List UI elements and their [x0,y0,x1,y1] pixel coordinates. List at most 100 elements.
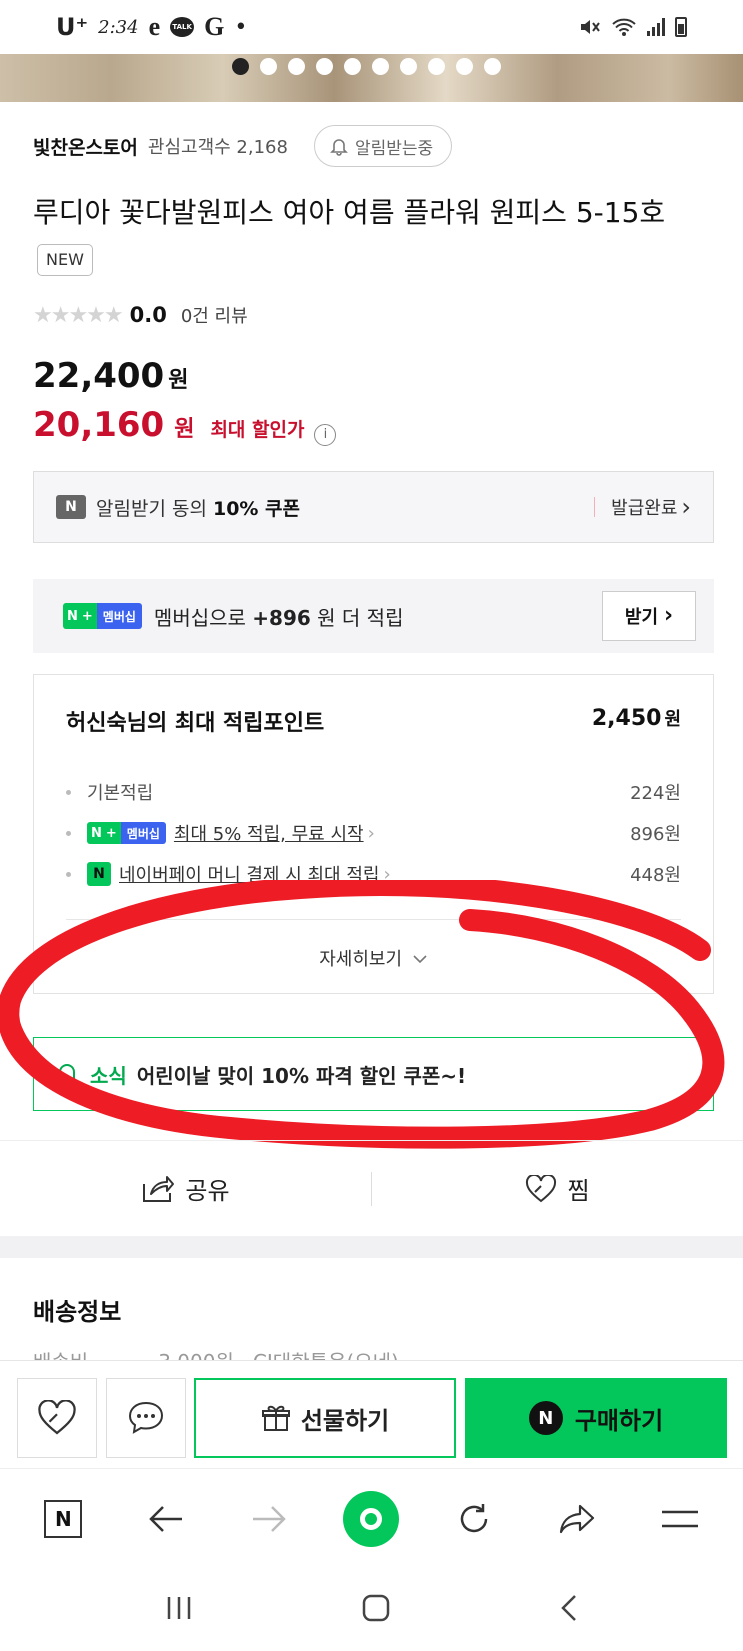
points-row-label: 기본적립 [87,783,154,804]
arrow-right-icon [252,1505,286,1532]
refresh-icon [460,1503,488,1532]
points-total-value: 2,450 [591,706,662,731]
system-navigation-bar [0,1568,743,1651]
points-total: 2,450 원 [592,705,681,737]
see-more-button[interactable]: 자세히보기 [34,945,713,971]
coupon-banner[interactable]: N 알림받기 동의 10% 쿠폰 발급완료 › [33,471,714,543]
sale-price-value: 20,160 [33,405,165,445]
max-points-card: 허신숙님의 최대 적립포인트 2,450 원 기본적립 224원 N + 멤버십 최… [33,674,714,994]
product-image-carousel[interactable] [0,54,743,102]
back-chevron-icon [561,1594,577,1621]
home-icon [363,1594,390,1621]
naver-home-button[interactable]: N [33,1489,93,1549]
home-button[interactable] [361,1593,391,1627]
points-header: 허신숙님의 최대 적립포인트 2,450 원 [66,705,681,737]
membership-text: 멤버십으로 +896 원 더 적립 [154,602,404,631]
wish-button[interactable] [17,1378,97,1458]
star-rating-icon: ★★★★★ [33,302,124,328]
arrow-left-icon [149,1505,183,1532]
green-dot-button[interactable] [341,1489,401,1549]
points-row-value: 448원 [630,865,681,886]
section-gap [0,1236,743,1258]
carousel-dot[interactable] [456,58,473,75]
browser-toolbar: N [0,1468,743,1568]
share-button[interactable]: 공유 [0,1171,371,1206]
refresh-button[interactable] [444,1489,504,1549]
naver-n-icon: N [67,608,78,624]
share-icon [143,1175,175,1202]
carousel-dots [232,58,501,75]
review-count[interactable]: 0건 리뷰 [181,302,248,328]
receive-button[interactable]: 받기 › [602,591,696,641]
points-row-value: 224원 [630,783,681,804]
carousel-dot[interactable] [344,58,361,75]
see-more-label: 자세히보기 [319,949,403,970]
talk-button[interactable] [106,1378,186,1458]
store-news-banner[interactable]: 소식 어린이날 맞이 10% 파격 할인 쿠폰~! [33,1037,714,1111]
carousel-dot[interactable] [232,58,249,75]
gift-button[interactable]: 선물하기 [194,1378,456,1458]
store-name[interactable]: 빛찬온스토어 [33,133,138,160]
news-text: 어린이날 맞이 10% 파격 할인 쿠폰~! [136,1063,467,1088]
bullet-icon [66,830,71,836]
carousel-dot[interactable] [316,58,333,75]
forward-button[interactable] [239,1489,299,1549]
share-wish-bar: 공유 찜 [0,1140,743,1236]
membership-text-bold: +896 [252,605,311,630]
system-back-button[interactable] [559,1593,579,1627]
points-row-npay[interactable]: N 네이버페이 머니 결제 시 최대 적립 › 448원 [66,861,681,887]
points-row-membership[interactable]: N + 멤버십 최대 5% 적립, 무료 시작 › 896원 [66,820,681,846]
sale-price-label: 최대 할인가 [210,419,305,441]
heart-icon [526,1174,557,1202]
menu-button[interactable] [650,1489,710,1549]
membership-banner: N + 멤버십 멤버십으로 +896 원 더 적립 받기 › [33,579,714,653]
carousel-dot[interactable] [260,58,277,75]
info-icon[interactable]: i [314,423,337,446]
signal-icon [647,18,665,36]
membership-badge-label: 멤버십 [120,822,166,844]
bell-check-icon [330,139,348,156]
kakaotalk-icon: TALK [170,17,195,37]
coupon-divider [594,497,596,517]
coupon-text-bold: 10% 쿠폰 [212,497,301,520]
chat-bubble-icon [128,1401,164,1434]
points-total-unit: 원 [664,709,681,730]
news-label: 소식 [90,1063,127,1088]
store-row: 빛찬온스토어 관심고객수 2,168 알림받는중 [33,125,453,167]
g-app-icon: G [204,12,225,41]
product-title: 루디아 꽃다발원피스 여아 여름 플라워 원피스 5-15호 NEW [33,190,713,282]
sale-price-unit: 원 [174,417,195,442]
notify-button[interactable]: 알림받는중 [313,125,453,167]
carousel-dot[interactable] [288,58,305,75]
coupon-status[interactable]: 발급완료 › [594,494,691,520]
membership-points-link[interactable]: 최대 5% 적립, 무료 시작 [174,820,364,846]
notify-label: 알림받는중 [354,138,434,159]
carousel-dot[interactable] [484,58,501,75]
carrier-label: U⁺ [56,13,89,41]
green-dot-icon [343,1490,400,1547]
membership-text-suffix: 원 더 적립 [310,605,404,630]
points-row-value: 896원 [630,824,681,845]
browser-e-icon: e [148,12,161,41]
back-button[interactable] [136,1489,196,1549]
wish-label: 찜 [567,1177,590,1205]
buy-button[interactable]: N 구매하기 [465,1378,727,1458]
naver-n-icon: N [91,825,102,841]
rating-row[interactable]: ★★★★★ 0.0 0건 리뷰 [33,302,248,328]
wish-button[interactable]: 찜 [372,1171,743,1206]
carousel-dot[interactable] [400,58,417,75]
coupon-text-prefix: 알림받기 동의 [96,497,213,520]
share-button[interactable] [547,1489,607,1549]
recent-apps-icon [167,1596,191,1619]
carousel-dot[interactable] [372,58,389,75]
divider [66,919,681,920]
npay-points-link[interactable]: 네이버페이 머니 결제 시 최대 적립 [119,861,379,887]
shipping-title: 배송정보 [33,1298,122,1326]
carousel-dot[interactable] [428,58,445,75]
chevron-right-icon: › [367,822,375,844]
gift-icon [261,1405,290,1431]
naver-n-icon: N [56,495,86,519]
plus-icon: + [105,825,117,841]
naver-pay-icon: N [87,862,111,886]
recent-apps-button[interactable] [164,1595,194,1625]
